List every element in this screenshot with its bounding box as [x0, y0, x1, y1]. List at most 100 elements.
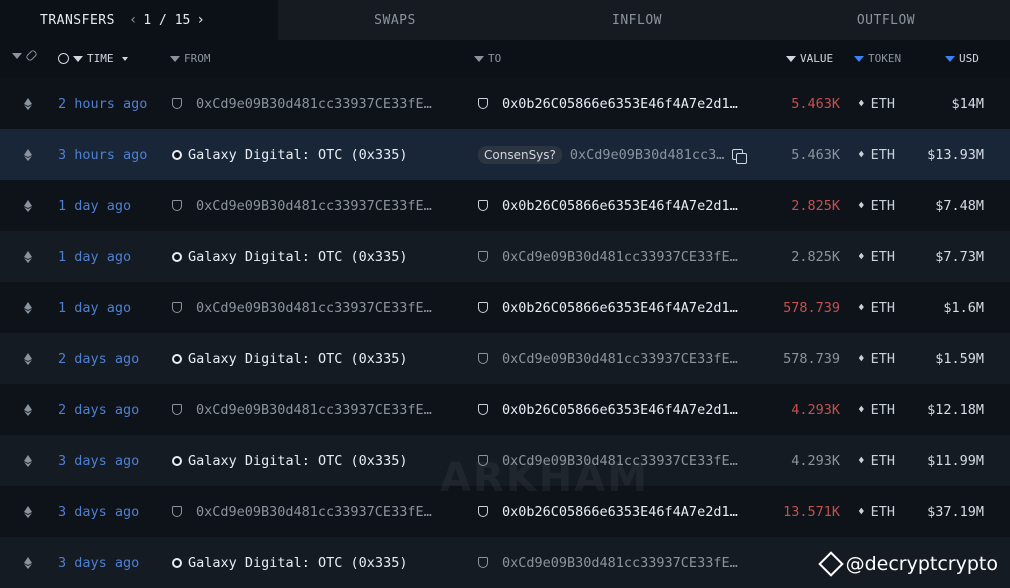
header-filter-chain[interactable]: [12, 49, 38, 62]
ethereum-icon: ♦: [858, 454, 865, 467]
header-from[interactable]: FROM: [170, 52, 211, 65]
time-link[interactable]: 1 day ago: [58, 231, 131, 282]
table-row[interactable]: 1 day ago 0xCd9e09B30d481cc33937CE33fE… …: [0, 282, 1010, 333]
from-entity[interactable]: Galaxy Digital: OTC (0x335): [172, 435, 407, 486]
usd-cell: $13.93M: [927, 146, 984, 163]
token-cell[interactable]: ♦ ETH: [858, 231, 895, 282]
filter-icon: [73, 55, 83, 62]
address-icon: [478, 200, 488, 211]
clock-icon: [58, 53, 69, 64]
ethereum-icon: [24, 129, 32, 180]
table-row[interactable]: 1 day ago Galaxy Digital: OTC (0x335) 0x…: [0, 231, 1010, 282]
time-link[interactable]: 3 days ago: [58, 486, 139, 537]
ethereum-icon: ♦: [858, 97, 865, 110]
time-link[interactable]: 3 days ago: [58, 435, 139, 486]
table-row[interactable]: 2 hours ago 0xCd9e09B30d481cc33937CE33fE…: [0, 78, 1010, 129]
token-cell[interactable]: ♦ ETH: [858, 129, 895, 180]
token-cell[interactable]: ♦ ETH: [858, 486, 895, 537]
to-address[interactable]: ConsenSys? 0xCd9e09B30d481cc3…: [478, 129, 748, 180]
header-value-label: VALUE: [800, 52, 834, 65]
header-time[interactable]: TIME: [58, 52, 128, 65]
usd-cell: $7.48M: [935, 197, 984, 214]
chevron-right-icon[interactable]: ›: [196, 12, 204, 28]
to-address[interactable]: 0xCd9e09B30d481cc33937CE33fE…: [478, 231, 738, 282]
filter-icon: [945, 55, 955, 62]
header-from-label: FROM: [184, 52, 211, 65]
value-cell: 578.739: [783, 299, 840, 316]
ethereum-icon: [24, 486, 32, 537]
token-cell[interactable]: ♦ ETH: [858, 78, 895, 129]
header-value[interactable]: VALUE: [786, 52, 833, 65]
copy-icon[interactable]: [732, 149, 748, 164]
ethereum-icon: ♦: [858, 505, 865, 518]
address-icon: [478, 353, 488, 364]
header-usd[interactable]: USD: [945, 52, 979, 65]
tab-swaps[interactable]: SWAPS: [278, 0, 512, 40]
page-indicator: 1 / 15: [143, 12, 191, 28]
entity-icon: [172, 251, 182, 262]
table-row[interactable]: 1 day ago 0xCd9e09B30d481cc33937CE33fE… …: [0, 180, 1010, 231]
to-address[interactable]: 0x0b26C05866e6353E46f4A7e2d1…: [478, 180, 738, 231]
table-row[interactable]: 2 days ago 0xCd9e09B30d481cc33937CE33fE……: [0, 384, 1010, 435]
from-entity[interactable]: Galaxy Digital: OTC (0x335): [172, 231, 407, 282]
from-entity[interactable]: Galaxy Digital: OTC (0x335): [172, 537, 407, 588]
usd-cell: $11.99M: [927, 452, 984, 469]
table-row[interactable]: 3 hours ago Galaxy Digital: OTC (0x335) …: [0, 129, 1010, 180]
to-address[interactable]: 0xCd9e09B30d481cc33937CE33fE…: [478, 537, 738, 588]
from-address[interactable]: 0xCd9e09B30d481cc33937CE33fE…: [172, 384, 432, 435]
entity-tag[interactable]: ConsenSys?: [478, 145, 562, 164]
tab-inflow[interactable]: INFLOW: [512, 0, 762, 40]
token-cell[interactable]: ♦ ETH: [858, 333, 895, 384]
header-token[interactable]: TOKEN: [854, 52, 901, 65]
time-link[interactable]: 3 days ago: [58, 537, 139, 588]
to-address[interactable]: 0x0b26C05866e6353E46f4A7e2d1…: [478, 78, 738, 129]
value-cell: 13.571K: [783, 503, 840, 520]
usd-cell: $37.19M: [927, 503, 984, 520]
ethereum-icon: ♦: [858, 199, 865, 212]
ethereum-icon: [24, 435, 32, 486]
from-entity[interactable]: Galaxy Digital: OTC (0x335): [172, 129, 407, 180]
filter-icon: [854, 55, 864, 62]
header-time-label: TIME: [87, 52, 114, 65]
from-entity[interactable]: Galaxy Digital: OTC (0x335): [172, 333, 407, 384]
tab-transfers[interactable]: TRANSFERS ‹ 1 / 15 ›: [0, 0, 278, 40]
usd-cell: $7.73M: [935, 248, 984, 265]
from-address[interactable]: 0xCd9e09B30d481cc33937CE33fE…: [172, 282, 432, 333]
to-address[interactable]: 0xCd9e09B30d481cc33937CE33fE…: [478, 333, 738, 384]
address-icon: [172, 200, 182, 211]
tab-outflow[interactable]: OUTFLOW: [762, 0, 1010, 40]
from-address[interactable]: 0xCd9e09B30d481cc33937CE33fE…: [172, 180, 432, 231]
value-cell: 2.825K: [791, 248, 840, 265]
usd-cell: $12.18M: [927, 401, 984, 418]
to-address[interactable]: 0x0b26C05866e6353E46f4A7e2d1…: [478, 384, 738, 435]
usd-cell: $1.59M: [935, 350, 984, 367]
value-cell: 4.293K: [791, 452, 840, 469]
token-cell[interactable]: ♦ ETH: [858, 180, 895, 231]
entity-icon: [172, 455, 182, 466]
token-cell[interactable]: ♦ ETH: [858, 384, 895, 435]
from-address[interactable]: 0xCd9e09B30d481cc33937CE33fE…: [172, 78, 432, 129]
time-link[interactable]: 3 hours ago: [58, 129, 147, 180]
time-link[interactable]: 2 days ago: [58, 333, 139, 384]
to-address[interactable]: 0x0b26C05866e6353E46f4A7e2d1…: [478, 282, 738, 333]
time-link[interactable]: 2 days ago: [58, 384, 139, 435]
table-row[interactable]: 2 days ago Galaxy Digital: OTC (0x335) 0…: [0, 333, 1010, 384]
time-link[interactable]: 1 day ago: [58, 180, 131, 231]
ethereum-icon: [24, 537, 32, 588]
value-cell: 5.463K: [791, 95, 840, 112]
address-icon: [478, 506, 488, 517]
address-icon: [172, 98, 182, 109]
tab-bar: TRANSFERS ‹ 1 / 15 › SWAPS INFLOW OUTFLO…: [0, 0, 1010, 40]
token-cell[interactable]: ♦ ETH: [858, 282, 895, 333]
filter-icon: [786, 55, 796, 62]
header-token-label: TOKEN: [868, 52, 902, 65]
header-to[interactable]: TO: [474, 52, 501, 65]
usd-cell: $1.6M: [943, 299, 984, 316]
token-cell[interactable]: ♦ ETH: [858, 435, 895, 486]
chevron-left-icon[interactable]: ‹: [129, 12, 137, 28]
ethereum-icon: ♦: [858, 148, 865, 161]
address-icon: [478, 404, 488, 415]
from-address[interactable]: 0xCd9e09B30d481cc33937CE33fE…: [172, 486, 432, 537]
time-link[interactable]: 2 hours ago: [58, 78, 147, 129]
time-link[interactable]: 1 day ago: [58, 282, 131, 333]
